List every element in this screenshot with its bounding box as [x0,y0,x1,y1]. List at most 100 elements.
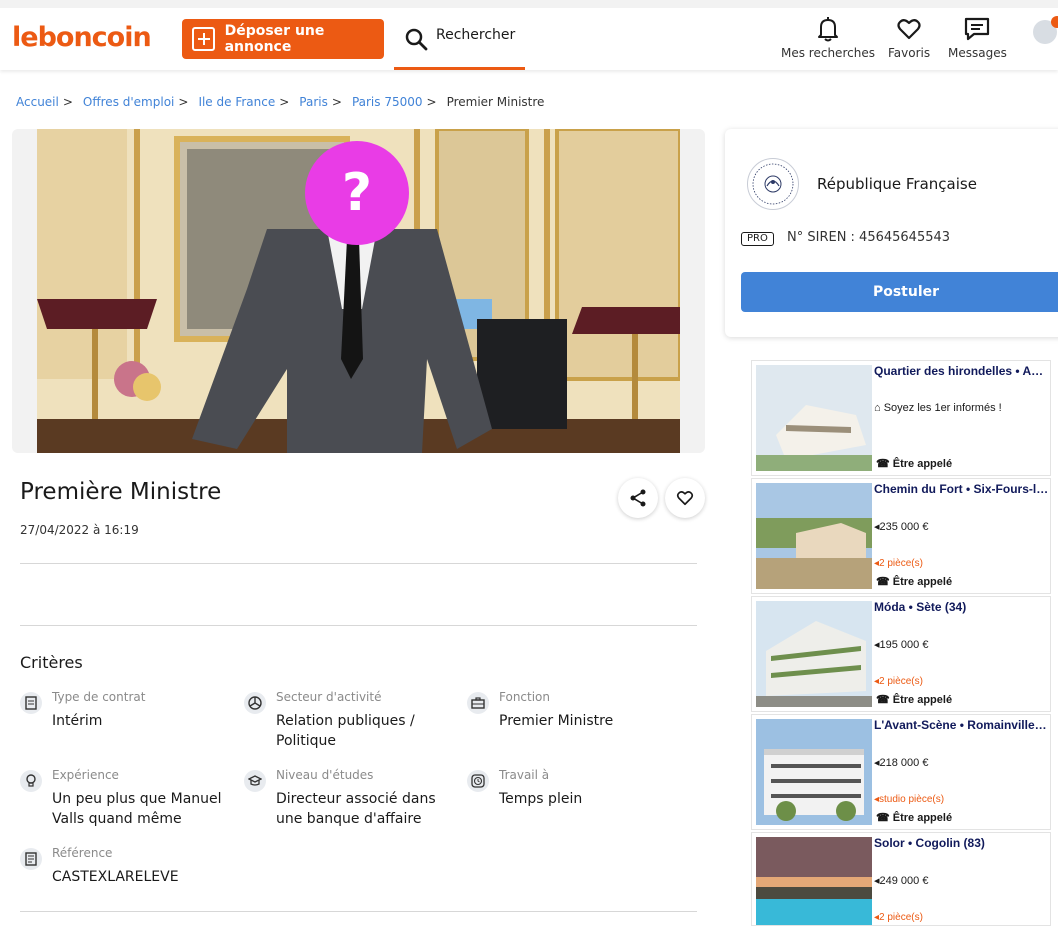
listing-date: 27/04/2022 à 16:19 [20,523,139,537]
top-header: leboncoin Déposer une annonce Rechercher… [0,0,1058,70]
seller-name[interactable]: République Française [817,175,977,193]
user-avatar[interactable] [1033,16,1058,44]
nav-messages[interactable]: Messages [948,16,1007,60]
breadcrumb-postcode[interactable]: Paris 75000 [352,95,423,109]
ad-title: Chemin du Fort • Six-Fours-les-Plages (8… [874,482,1049,496]
criterion-function: Fonction Premier Ministre [467,690,677,730]
ad-item[interactable]: Móda • Sète (34) ◂195 000 € ◂2 pièce(s) … [751,596,1051,712]
criterion-value: Relation publiques / Politique [276,713,415,749]
criterion-reference: Référence CASTEXLARELEVE [20,846,230,886]
pro-badge: PRO [741,232,774,246]
message-icon [965,17,990,41]
ad-title: Quartier des hirondelles • Angers (49) [874,364,1049,378]
divider [20,625,697,626]
ad-item[interactable]: Chemin du Fort • Six-Fours-les-Plages (8… [751,478,1051,594]
search-icon [405,28,428,51]
criterion-value: Premier Ministre [499,713,614,729]
ad-rooms: ◂studio pièce(s) [874,794,945,805]
breadcrumb-home[interactable]: Accueil [16,95,59,109]
document-icon [20,848,42,870]
criterion-value: Temps plein [499,791,583,807]
ad-info: ⌂ Soyez les 1er informés ! [874,402,1002,414]
breadcrumb-jobs[interactable]: Offres d'emploi [83,95,174,109]
clock-icon [467,770,489,792]
ad-call-link[interactable]: ☎ Être appelé [876,457,952,470]
ad-price: ◂235 000 € [874,521,929,533]
criterion-label: Secteur d'activité [276,690,382,704]
republic-seal-logo [747,158,799,210]
criterion-label: Référence [52,846,113,860]
ad-thumbnail [756,837,872,925]
nav-saved-searches-label: Mes recherches [781,46,875,60]
listing-photo-container: ? [12,129,705,453]
search-tab[interactable]: Rechercher [394,19,525,70]
share-button[interactable] [618,478,658,518]
apply-button[interactable]: Postuler [741,272,1058,312]
ad-price: ◂249 000 € [874,875,929,887]
criterion-label: Type de contrat [52,690,146,704]
ad-item[interactable]: L'Avant-Scène • Romainville (93) ◂218 00… [751,714,1051,830]
criterion-label: Niveau d'études [276,768,374,782]
breadcrumb-current: Premier Ministre [446,95,545,109]
criterion-contract-type: Type de contrat Intérim [20,690,230,730]
listing-photo[interactable]: ? [37,129,680,453]
plus-icon [192,27,215,51]
nav-favorites-label: Favoris [888,46,931,60]
ad-call-link[interactable]: ☎ Être appelé [876,575,952,588]
criterion-experience: Expérience Un peu plus que Manuel Valls … [20,768,230,828]
ad-rooms: ◂2 pièce(s) [874,676,923,687]
breadcrumb: Accueil > Offres d'emploi > Ile de France >… [16,95,545,109]
ad-thumbnail [756,601,872,707]
ad-price: ◂218 000 € [874,757,929,769]
criterion-value: Un peu plus que Manuel Valls quand même [52,791,222,827]
heart-icon [897,19,921,40]
ad-thumbnail [756,719,872,825]
leboncoin-logo[interactable]: leboncoin [12,22,152,53]
criterion-education: Niveau d'études Directeur associé dans u… [244,768,454,828]
criterion-label: Fonction [499,690,551,704]
ad-item[interactable]: Quartier des hirondelles • Angers (49) ⌂… [751,360,1051,476]
divider [20,563,697,564]
ad-item[interactable]: Solor • Cogolin (83) ◂249 000 € ◂2 pièce… [751,832,1051,926]
share-icon [630,489,646,507]
contract-icon [20,692,42,714]
criteria-heading: Critères [20,653,83,672]
nav-messages-label: Messages [948,46,1007,60]
favorite-button[interactable] [665,478,705,518]
criterion-label: Travail à [499,768,550,782]
post-ad-label: Déposer une annonce [224,23,325,55]
ad-call-link[interactable]: ☎ Être appelé [876,811,952,824]
criterion-value: Directeur associé dans une banque d'affa… [276,791,436,827]
divider [20,911,697,912]
graduation-cap-icon [244,770,266,792]
nav-saved-searches[interactable]: Mes recherches [781,16,875,60]
briefcase-icon [467,692,489,714]
nav-favorites[interactable]: Favoris [888,16,930,60]
ad-thumbnail [756,365,872,471]
criterion-label: Expérience [52,768,119,782]
ad-call-link[interactable]: ☎ Être appelé [876,693,952,706]
ad-rooms: ◂2 pièce(s) [874,558,923,569]
criterion-value: CASTEXLARELEVE [52,869,179,885]
bulb-icon [20,770,42,792]
ad-title: Solor • Cogolin (83) [874,836,985,850]
pie-chart-icon [244,692,266,714]
ad-title: L'Avant-Scène • Romainville (93) [874,718,1049,732]
ad-title: Móda • Sète (34) [874,600,967,614]
criterion-sector: Secteur d'activité Relation publiques / … [244,690,454,750]
bell-icon [817,17,838,42]
ad-thumbnail [756,483,872,589]
seller-card: République Française PRO N° SIREN : 4564… [725,129,1058,337]
criterion-work-time: Travail à Temps plein [467,768,677,808]
post-ad-button[interactable]: Déposer une annonce [182,19,384,59]
ad-rooms: ◂2 pièce(s) [874,912,923,923]
breadcrumb-city[interactable]: Paris [299,95,328,109]
breadcrumb-region[interactable]: Ile de France [198,95,275,109]
face-question-mark: ? [305,141,409,245]
ad-price: ◂195 000 € [874,639,929,651]
search-label: Rechercher [436,27,516,43]
heart-outline-icon [676,491,694,506]
listing-title: Première Ministre [20,479,222,505]
criterion-value: Intérim [52,713,103,729]
siren-number: N° SIREN : 45645645543 [787,230,951,245]
